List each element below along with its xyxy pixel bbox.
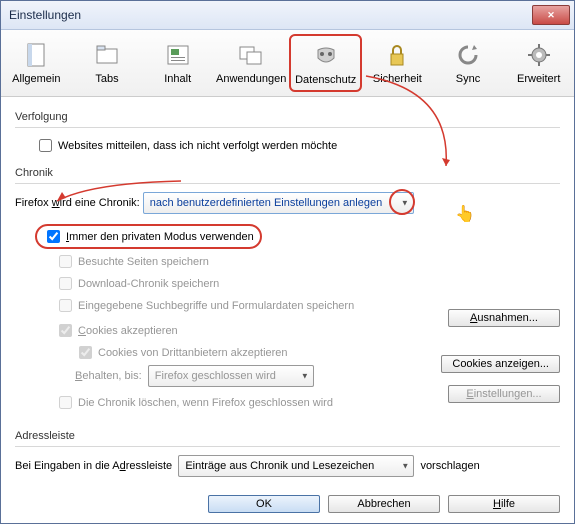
- downloads-checkbox: [59, 277, 72, 290]
- addressbar-dropdown[interactable]: Einträge aus Chronik und Lesezeichen▼: [178, 455, 414, 477]
- gear-icon: [523, 39, 555, 71]
- history-mode-label: Firefox wird eine Chronik:: [15, 197, 140, 209]
- tracking-title: Verfolgung: [15, 111, 560, 123]
- lock-icon: [381, 39, 413, 71]
- chevron-down-icon: ▼: [301, 372, 309, 381]
- visited-checkbox: [59, 255, 72, 268]
- sync-icon: [452, 39, 484, 71]
- pointer-cursor: 👆: [455, 204, 475, 224]
- page-icon: [20, 39, 52, 71]
- forms-checkbox: [59, 299, 72, 312]
- tracking-label: Websites mitteilen, dass ich nicht verfo…: [58, 140, 337, 152]
- tab-applications[interactable]: Anwendungen: [213, 34, 289, 92]
- annotation-circle: [389, 189, 415, 215]
- private-mode-label: Immer den privaten Modus verwenden: [66, 231, 254, 243]
- show-cookies-button[interactable]: Cookies anzeigen...: [441, 355, 560, 373]
- addressbar-label: Bei Eingaben in die Adressleiste: [15, 460, 172, 472]
- window-title: Einstellungen: [5, 8, 532, 22]
- cancel-button[interactable]: Abbrechen: [328, 495, 440, 513]
- mask-icon: [310, 40, 342, 72]
- tracking-checkbox[interactable]: [39, 139, 52, 152]
- tab-tabs[interactable]: Tabs: [72, 34, 143, 92]
- settings-button: Einstellungen...: [448, 385, 560, 403]
- content-icon: [162, 39, 194, 71]
- toolbar: Allgemein Tabs Inhalt Anwendungen Datens…: [1, 30, 574, 97]
- ok-button[interactable]: OK: [208, 495, 320, 513]
- folder-icon: [91, 39, 123, 71]
- keep-dropdown: Firefox geschlossen wird▼: [148, 365, 314, 387]
- thirdparty-checkbox: [79, 346, 92, 359]
- tab-privacy[interactable]: Datenschutz: [289, 34, 362, 92]
- windows-icon: [235, 39, 267, 71]
- cookies-checkbox: [59, 324, 72, 337]
- cookies-label: Cookies akzeptieren: [78, 325, 178, 337]
- addressbar-title: Adressleiste: [15, 430, 560, 442]
- tab-general[interactable]: Allgemein: [1, 34, 72, 92]
- addressbar-suffix: vorschlagen: [420, 460, 479, 472]
- private-mode-highlight: Immer den privaten Modus verwenden: [35, 224, 262, 249]
- tab-advanced[interactable]: Erweitert: [503, 34, 574, 92]
- keep-label: Behalten, bis:: [75, 370, 142, 382]
- tab-security[interactable]: Sicherheit: [362, 34, 433, 92]
- clear-close-checkbox: [59, 396, 72, 409]
- tab-sync[interactable]: Sync: [433, 34, 504, 92]
- help-button[interactable]: Hilfe: [448, 495, 560, 513]
- tab-content[interactable]: Inhalt: [142, 34, 213, 92]
- chevron-down-icon: ▼: [401, 462, 409, 471]
- history-mode-dropdown[interactable]: nach benutzerdefinierten Einstellungen a…: [143, 192, 414, 214]
- close-button[interactable]: ✕: [532, 5, 570, 25]
- titlebar: Einstellungen ✕: [1, 1, 574, 30]
- exceptions-button[interactable]: Ausnahmen...: [448, 309, 560, 327]
- history-title: Chronik: [15, 167, 560, 179]
- private-mode-checkbox[interactable]: [47, 230, 60, 243]
- dialog-buttons: OK Abbrechen Hilfe: [208, 495, 560, 513]
